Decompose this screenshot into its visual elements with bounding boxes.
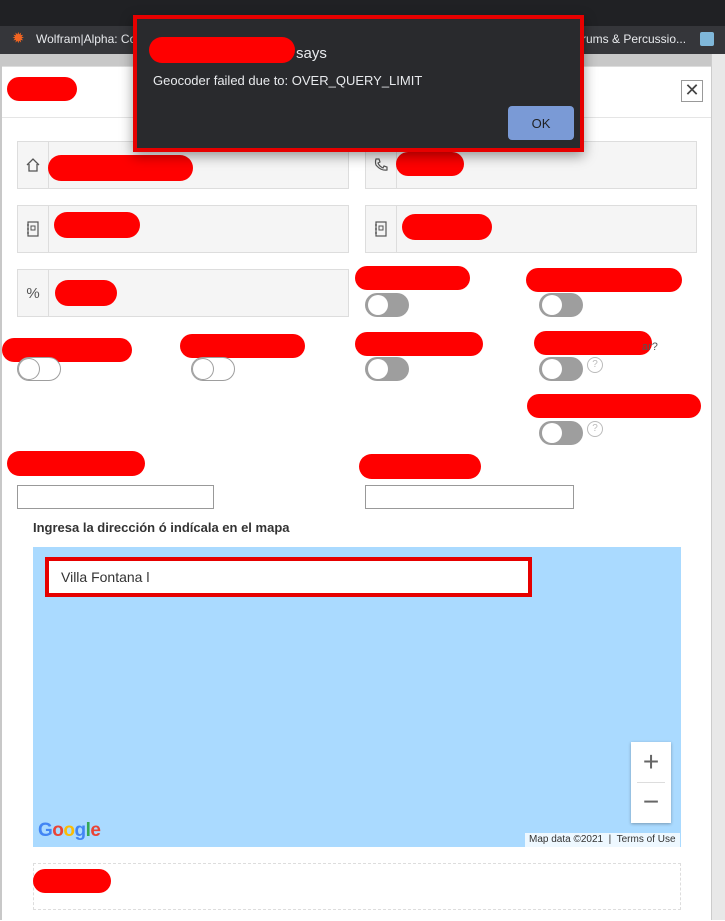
toggle-6[interactable] bbox=[539, 357, 583, 381]
address-book-icon bbox=[18, 206, 49, 252]
map-search-input[interactable]: Villa Fontana l bbox=[45, 557, 532, 597]
toggle-4[interactable] bbox=[191, 357, 235, 381]
zoom-divider bbox=[637, 782, 665, 783]
alert-ok-button[interactable]: OK bbox=[508, 106, 574, 140]
redacted-alert-origin bbox=[149, 37, 295, 63]
text-input-right[interactable] bbox=[365, 485, 574, 509]
redacted-toggle-label-2 bbox=[526, 268, 682, 292]
map-attribution: Map data ©2021 | Terms of Use bbox=[525, 833, 680, 847]
toggle-2[interactable] bbox=[539, 293, 583, 317]
redacted-toggle-label-4 bbox=[180, 334, 305, 358]
redacted-contact-right bbox=[402, 214, 492, 240]
redacted-input-label-right bbox=[359, 454, 481, 479]
zoom-out-button[interactable]: − bbox=[631, 782, 671, 822]
terms-of-use-link[interactable]: Terms of Use bbox=[617, 834, 676, 845]
help-icon[interactable]: ? bbox=[587, 421, 603, 437]
redacted-phone bbox=[396, 152, 464, 176]
text-input-left[interactable] bbox=[17, 485, 214, 509]
redacted-contact-left bbox=[54, 212, 140, 238]
redacted-toggle-label-1 bbox=[355, 266, 470, 290]
redacted-toggle-label-6 bbox=[534, 331, 652, 355]
redacted-address bbox=[48, 155, 193, 181]
address-book-icon bbox=[366, 206, 397, 252]
modal-close-button[interactable]: ✕ bbox=[681, 80, 703, 102]
percent-icon: % bbox=[18, 270, 49, 316]
bookmark-wolfram[interactable]: Wolfram|Alpha: Co bbox=[36, 32, 136, 46]
redacted-input-label-left bbox=[7, 451, 145, 476]
alert-dialog: says Geocoder failed due to: OVER_QUERY_… bbox=[133, 15, 584, 152]
wolfram-sun-icon: ✹ bbox=[12, 30, 25, 47]
map-zoom-control: + − bbox=[631, 742, 671, 823]
redacted-toggle-label-5 bbox=[355, 332, 483, 356]
toggle-5[interactable] bbox=[365, 357, 409, 381]
redacted-percent bbox=[55, 280, 117, 306]
map-data-text: Map data ©2021 bbox=[529, 834, 604, 845]
page-scrollbar[interactable] bbox=[711, 54, 725, 920]
redacted-toggle-label-7 bbox=[527, 394, 701, 418]
bottom-section bbox=[33, 863, 681, 910]
alert-says-text: says bbox=[296, 45, 327, 62]
redacted-modal-title bbox=[7, 77, 77, 101]
zoom-in-button[interactable]: + bbox=[631, 742, 671, 782]
toggle-7[interactable] bbox=[539, 421, 583, 445]
google-logo: Google bbox=[38, 820, 101, 841]
toggle-3[interactable] bbox=[17, 357, 61, 381]
redacted-bottom-label bbox=[33, 869, 111, 893]
bookmark-drums[interactable]: rums & Percussio... bbox=[582, 32, 686, 46]
map-label: Ingresa la dirección ó indícala en el ma… bbox=[33, 520, 290, 535]
toggle-1[interactable] bbox=[365, 293, 409, 317]
alert-message: Geocoder failed due to: OVER_QUERY_LIMIT bbox=[153, 73, 423, 88]
bookmark-favicon-icon[interactable] bbox=[700, 32, 714, 46]
home-icon bbox=[18, 142, 49, 188]
toggle-label-6-partial: ar? bbox=[642, 341, 658, 353]
help-icon[interactable]: ? bbox=[587, 357, 603, 373]
